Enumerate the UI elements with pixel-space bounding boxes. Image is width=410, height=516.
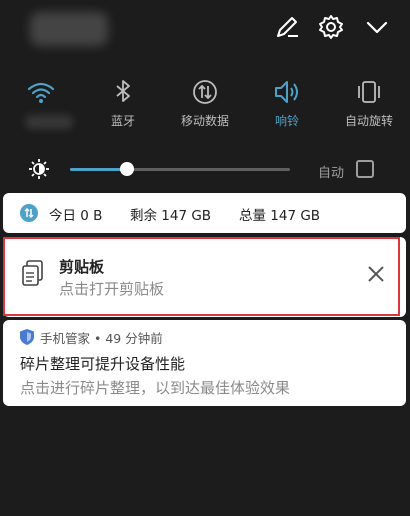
tile-label: 移动数据 bbox=[180, 114, 229, 128]
wifi-icon bbox=[25, 76, 57, 108]
tile-bluetooth[interactable]: 蓝牙 bbox=[82, 68, 164, 142]
tile-label: 自动旋转 bbox=[344, 114, 393, 128]
shield-icon bbox=[20, 329, 34, 345]
blurred-time-area bbox=[30, 12, 108, 46]
clipboard-notification[interactable]: 剪贴板 点击打开剪贴板 bbox=[3, 237, 406, 317]
data-usage-card[interactable]: 今日 0 B 剩余 147 GB 总量 147 GB bbox=[3, 193, 406, 233]
clipboard-title: 剪贴板 bbox=[59, 258, 105, 276]
edit-icon[interactable] bbox=[274, 14, 300, 40]
brightness-row: 自动 bbox=[0, 152, 410, 188]
tile-mobile-data[interactable]: 移动数据 bbox=[164, 68, 246, 142]
tile-label: 蓝牙 bbox=[110, 114, 135, 128]
blurred-wifi-name bbox=[25, 115, 73, 129]
data-today: 今日 0 B bbox=[49, 208, 103, 224]
close-icon[interactable] bbox=[367, 265, 385, 283]
phone-manager-notification[interactable]: 手机管家 • 49 分钟前 碎片整理可提升设备性能 点击进行碎片整理，以到达最佳… bbox=[3, 320, 406, 406]
speaker-icon bbox=[271, 76, 303, 108]
data-usage-icon bbox=[20, 204, 38, 222]
notification-header: 手机管家 • 49 分钟前 bbox=[40, 328, 163, 347]
clipboard-icon bbox=[21, 259, 45, 287]
app-name: 手机管家 bbox=[40, 331, 91, 346]
notification-time: 49 分钟前 bbox=[105, 331, 163, 346]
gear-icon[interactable] bbox=[318, 14, 344, 40]
notification-title: 碎片整理可提升设备性能 bbox=[20, 355, 186, 373]
brightness-icon bbox=[28, 158, 50, 180]
auto-brightness-label: 自动 bbox=[318, 166, 345, 181]
data-remaining: 剩余 147 GB bbox=[130, 208, 212, 224]
tile-auto-rotate[interactable]: 自动旋转 bbox=[328, 68, 410, 142]
clipboard-subtitle: 点击打开剪贴板 bbox=[59, 280, 165, 298]
mobile-data-icon bbox=[189, 76, 221, 108]
notification-shade: 蓝牙 移动数据 响铃 自动旋转 自动 今日 0 B 剩余 147 GB 总量 1… bbox=[0, 0, 410, 516]
notification-body: 点击进行碎片整理，以到达最佳体验效果 bbox=[20, 379, 291, 397]
data-total: 总量 147 GB bbox=[239, 208, 321, 224]
bluetooth-icon bbox=[107, 76, 139, 108]
chevron-down-icon[interactable] bbox=[364, 14, 390, 40]
shade-header bbox=[0, 0, 410, 58]
rotate-icon bbox=[353, 76, 385, 108]
tile-label: 响铃 bbox=[274, 114, 299, 128]
brightness-knob[interactable] bbox=[120, 162, 134, 176]
tile-ring[interactable]: 响铃 bbox=[246, 68, 328, 142]
separator: • bbox=[94, 331, 102, 346]
tile-wifi[interactable] bbox=[0, 68, 82, 142]
auto-brightness-checkbox[interactable] bbox=[356, 160, 374, 178]
brightness-slider[interactable] bbox=[70, 168, 290, 171]
quick-settings: 蓝牙 移动数据 响铃 自动旋转 bbox=[0, 68, 410, 142]
brightness-fill bbox=[70, 168, 127, 171]
